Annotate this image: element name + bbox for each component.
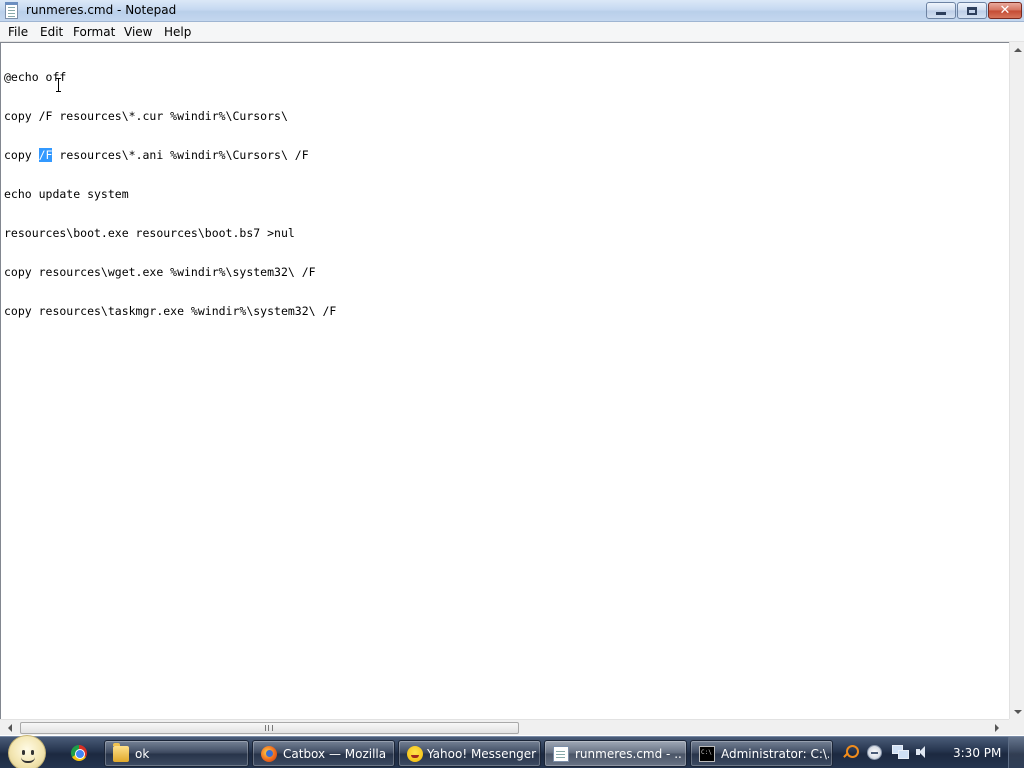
size-grip xyxy=(1009,719,1024,735)
taskbar-item-label: ok xyxy=(135,747,150,761)
editor-line[interactable]: copy resources\wget.exe %windir%\system3… xyxy=(4,266,336,279)
notepad-app-icon[interactable] xyxy=(5,2,18,19)
editor-line[interactable]: copy /F resources\*.ani %windir%\Cursors… xyxy=(4,148,336,162)
editor-content[interactable]: @echo off copy /F resources\*.cur %windi… xyxy=(4,45,336,344)
taskbar-item-ok[interactable]: ok xyxy=(104,740,249,767)
close-icon: ✕ xyxy=(999,3,1011,18)
menu-view[interactable]: View xyxy=(124,25,152,39)
horizontal-scroll-thumb[interactable] xyxy=(20,722,519,734)
line-text: copy xyxy=(4,148,39,162)
text-editor[interactable]: @echo off copy /F resources\*.cur %windi… xyxy=(0,42,1009,719)
chrome-icon[interactable] xyxy=(71,745,87,761)
ibeam-cursor-icon xyxy=(56,78,61,92)
menu-file[interactable]: File xyxy=(8,25,28,39)
taskbar: ok Catbox — Mozilla ... Yahoo! Messenger… xyxy=(0,735,1024,768)
notepad-icon xyxy=(553,746,569,762)
window-title: runmeres.cmd - Notepad xyxy=(26,3,177,17)
editor-line[interactable]: copy resources\taskmgr.exe %windir%\syst… xyxy=(4,305,336,318)
smiley-eye xyxy=(31,750,34,755)
taskbar-item-firefox[interactable]: Catbox — Mozilla ... xyxy=(252,740,395,767)
taskbar-item-label: Administrator: C:\... xyxy=(721,747,829,761)
taskbar-item-yahoo-messenger[interactable]: Yahoo! Messenger xyxy=(398,740,541,767)
editor-line[interactable]: @echo off xyxy=(4,71,336,84)
smiley-eye xyxy=(22,750,25,755)
menu-edit[interactable]: Edit xyxy=(40,25,63,39)
scroll-left-button[interactable] xyxy=(2,720,17,735)
folder-icon xyxy=(113,743,129,762)
editor-line[interactable]: resources\boot.exe resources\boot.bs7 >n… xyxy=(4,227,336,240)
command-prompt-icon xyxy=(699,746,715,762)
smiley-mouth xyxy=(21,757,35,763)
taskbar-item-notepad[interactable]: runmeres.cmd - ... xyxy=(544,740,687,767)
yahoo-messenger-icon xyxy=(407,746,423,762)
taskbar-item-label: runmeres.cmd - ... xyxy=(575,747,683,761)
arrow-down-icon xyxy=(1013,709,1022,714)
editor-line[interactable]: echo update system xyxy=(4,188,336,201)
taskbar-item-label: Yahoo! Messenger xyxy=(427,747,537,761)
start-button[interactable] xyxy=(8,735,46,768)
show-desktop-button[interactable] xyxy=(1008,737,1024,768)
taskbar-item-command-prompt[interactable]: Administrator: C:\... xyxy=(690,740,833,767)
menu-format[interactable]: Format xyxy=(73,25,115,39)
grip-icon xyxy=(265,725,273,731)
firefox-icon xyxy=(261,746,277,762)
scroll-up-button[interactable] xyxy=(1010,42,1024,57)
minimize-button[interactable] xyxy=(926,2,956,19)
title-bar[interactable]: runmeres.cmd - Notepad ✕ xyxy=(0,0,1024,22)
network-icon[interactable] xyxy=(892,745,909,759)
taskbar-item-label: Catbox — Mozilla ... xyxy=(283,747,391,761)
clock[interactable]: 3:30 PM xyxy=(953,746,1001,760)
volume-icon[interactable] xyxy=(916,746,930,758)
menu-help[interactable]: Help xyxy=(164,25,191,39)
scroll-down-button[interactable] xyxy=(1010,704,1024,719)
arrow-right-icon xyxy=(994,723,999,732)
menu-bar: File Edit Format View Help xyxy=(0,22,1024,42)
search-icon[interactable] xyxy=(843,745,859,759)
line-text: resources\*.ani %windir%\Cursors\ /F xyxy=(52,148,309,162)
selected-text[interactable]: /F xyxy=(38,148,53,162)
maximize-icon xyxy=(967,6,977,15)
editor-line[interactable]: copy /F resources\*.cur %windir%\Cursors… xyxy=(4,110,336,123)
arrow-left-icon xyxy=(7,723,12,732)
vertical-scrollbar[interactable] xyxy=(1009,42,1024,719)
arrow-up-icon xyxy=(1013,47,1022,52)
close-button[interactable]: ✕ xyxy=(988,2,1022,19)
maximize-button[interactable] xyxy=(957,2,987,19)
horizontal-scrollbar[interactable] xyxy=(0,719,1009,735)
scroll-right-button[interactable] xyxy=(989,720,1004,735)
minimize-icon xyxy=(936,12,946,15)
update-icon[interactable] xyxy=(867,745,882,760)
